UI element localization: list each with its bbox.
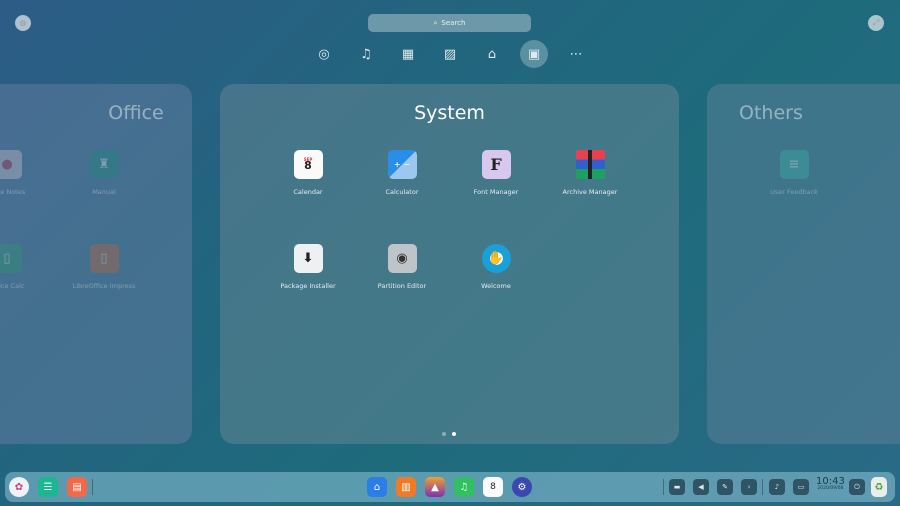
image-icon: ▨ [443,46,457,62]
system-window-icon: ▣ [527,46,541,62]
multitasking-view-icon[interactable]: ☰ [38,477,58,497]
category-music[interactable]: ♫ [352,40,380,68]
app-libreoffice-impress[interactable]: ▯ LibreOffice Impress [57,244,151,290]
clock[interactable]: 10:43 2020/09/08 [816,477,845,492]
calc-doc-icon: ▯ [0,244,22,273]
launcher-icon[interactable]: ✿ [9,477,29,497]
search-placeholder: Search [441,19,466,27]
system-panel: System SEP 8 Calendar + − Calculator F Font … [220,84,679,444]
file-manager-icon[interactable]: ⌂ [367,477,387,497]
dock: ✿ ☰ ▤ ⌂ ▥ ▲ ♫ 8 ⚙ ▬ ◀ ✎ › ♪ ▭ 10:43 2020… [5,472,895,502]
notification-bell-icon[interactable]: ♪ [769,479,785,495]
clock-date: 2020/09/08 [817,486,844,491]
impress-doc-icon: ▯ [89,244,119,273]
hard-disk-icon: ◉ [387,244,417,273]
app-calculator[interactable]: + − Calculator [355,150,449,196]
app-user-feedback[interactable]: ≡ User Feedback [747,150,841,196]
keyboard-icon[interactable]: ▬ [669,479,685,495]
category-system[interactable]: ▣ [520,40,548,68]
app-office-calc[interactable]: ▯Office Calc [0,244,54,290]
font-f-icon: F [481,150,511,179]
panel-title: System [414,102,485,124]
dock-separator [663,479,664,495]
category-video[interactable]: ▦ [394,40,422,68]
feedback-icon: ≡ [779,150,809,179]
page-dot-1[interactable] [442,432,446,436]
pen-icon[interactable]: ✎ [717,479,733,495]
screen-icon[interactable]: ▭ [793,479,809,495]
note-icon: ● [0,150,22,179]
dock-separator [762,479,763,495]
globe-icon: ◎ [318,46,330,62]
expand-tray-icon[interactable]: › [741,479,757,495]
download-box-icon: ⬇ [293,244,323,273]
dock-separator [92,479,93,495]
archive-icon [575,150,605,179]
power-icon[interactable]: ⏻ [849,479,865,495]
page-indicator [442,432,456,436]
control-center-icon[interactable]: ⚙ [512,477,532,497]
app-note-notes[interactable]: ●Note Notes [0,150,54,196]
category-presentation[interactable]: ⌂ [478,40,506,68]
trash-icon[interactable]: ♻ [871,477,887,497]
film-icon: ▦ [401,46,415,62]
category-more[interactable]: ⋯ [562,40,590,68]
others-panel: Others ≡ User Feedback [707,84,900,444]
presentation-icon: ⌂ [487,46,497,62]
app-calendar[interactable]: SEP 8 Calendar [261,150,355,196]
app-archive-manager[interactable]: Archive Manager [543,150,637,196]
app-font-manager[interactable]: F Font Manager [449,150,543,196]
search-icon: ⌕ [433,18,438,27]
image-viewer-icon[interactable]: ▲ [425,477,445,497]
calendar-dock-icon[interactable]: 8 [483,477,503,497]
app-manual[interactable]: ♜ Manual [57,150,151,196]
fullscreen-toggle-icon[interactable]: ⤢ [868,15,884,31]
search-input[interactable]: ⌕ Search [368,14,531,32]
panel-title: Others [739,102,803,124]
manual-icon: ♜ [89,150,119,179]
calculator-icon: + − [387,150,417,179]
category-bar: ◎ ♫ ▦ ▨ ⌂ ▣ ⋯ [310,40,604,68]
app-welcome[interactable]: ✋ Welcome [449,244,543,290]
more-icon: ⋯ [569,46,583,62]
page-dot-2[interactable] [452,432,456,436]
office-panel: Office ●Note Notes ♜Manual ▯Office Calc … [0,84,192,444]
app-store-bag-icon[interactable]: ▥ [396,477,416,497]
settings-circle-icon[interactable]: ⚙ [15,15,31,31]
panel-title: Office [108,102,164,124]
app-store-icon[interactable]: ▤ [67,477,87,497]
handshake-icon: ✋ [481,244,511,273]
music-icon: ♫ [360,46,372,62]
music-player-icon[interactable]: ♫ [454,477,474,497]
app-package-installer[interactable]: ⬇ Package Installer [261,244,355,290]
category-internet[interactable]: ◎ [310,40,338,68]
category-image[interactable]: ▨ [436,40,464,68]
calendar-icon: SEP 8 [293,150,323,179]
volume-icon[interactable]: ◀ [693,479,709,495]
app-partition-editor[interactable]: ◉ Partition Editor [355,244,449,290]
